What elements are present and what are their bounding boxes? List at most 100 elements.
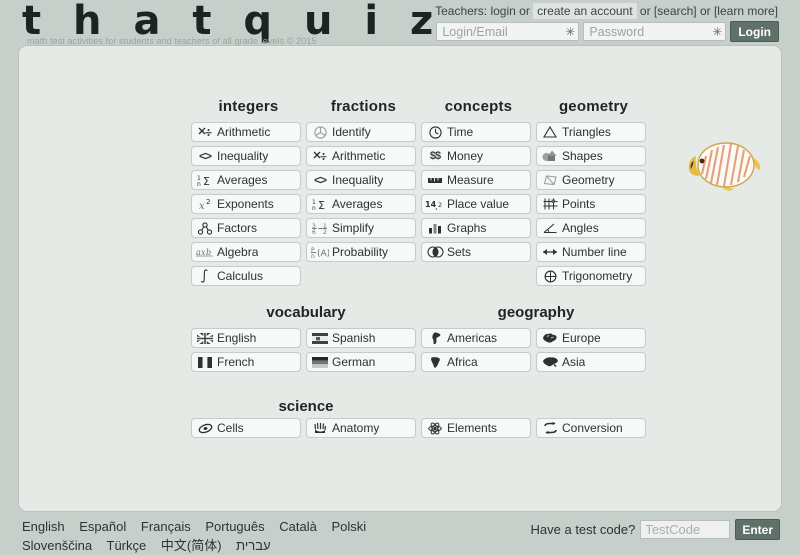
cell-americas: Americas: [421, 328, 536, 352]
arrows-icon: [540, 247, 560, 257]
teachers-login-text: Teachers: login or: [435, 4, 530, 18]
tile-science-anatomy[interactable]: Anatomy: [306, 418, 416, 438]
tile-concepts-money[interactable]: $$ Money: [421, 146, 531, 166]
language-link-hebrew[interactable]: עברית: [236, 538, 270, 553]
tile-label: Anatomy: [332, 421, 380, 435]
tile-geometry-geometry[interactable]: Geometry: [536, 170, 646, 190]
tile-label: Europe: [562, 331, 601, 345]
tile-label: Measure: [447, 173, 494, 187]
tile-label: Asia: [562, 355, 586, 369]
tile-integers-inequality[interactable]: <> Inequality: [191, 146, 301, 166]
tile-geography-africa[interactable]: Africa: [421, 352, 531, 372]
tile-integers-calculus[interactable]: Calculus: [191, 266, 301, 286]
language-link-chinese[interactable]: 中文(简体): [161, 538, 222, 553]
tile-fractions-arithmetic[interactable]: Arithmetic: [306, 146, 416, 166]
cell-spanish: Spanish: [306, 328, 421, 352]
tile-science-cells[interactable]: Cells: [191, 418, 301, 438]
tile-science-elements[interactable]: Elements: [421, 418, 531, 438]
tile-label: Place value: [447, 197, 510, 211]
tile-fractions-inequality[interactable]: <> Inequality: [306, 170, 416, 190]
tile-geometry-points[interactable]: Points: [536, 194, 646, 214]
tile-geometry-shapes[interactable]: Shapes: [536, 146, 646, 166]
language-link-polski[interactable]: Polski: [331, 519, 366, 534]
circle-cross-icon: [540, 270, 560, 283]
tile-geometry-trigonometry[interactable]: Trigonometry: [536, 266, 646, 286]
tile-geography-europe[interactable]: Europe: [536, 328, 646, 348]
svg-text:(A): (A): [317, 249, 329, 259]
venn-icon: [425, 246, 445, 258]
tile-integers-algebra[interactable]: axb Algebra: [191, 242, 301, 262]
tile-concepts-place-value[interactable]: 14, 2 Place value: [421, 194, 531, 214]
tile-integers-factors[interactable]: Factors: [191, 218, 301, 238]
language-link-francais[interactable]: Français: [141, 519, 191, 534]
factor-tree-icon: [195, 221, 215, 235]
tile-vocabulary-spanish[interactable]: Spanish: [306, 328, 416, 348]
science-grid: Cells Anatomy Elements Conversion: [191, 418, 651, 442]
algebra-icon: axb: [195, 246, 215, 258]
language-link-english[interactable]: English: [22, 519, 65, 534]
search-link[interactable]: [search]: [654, 4, 697, 18]
language-link-slovenscina[interactable]: Slovenščina: [22, 538, 92, 553]
cell-cells: Cells: [191, 418, 306, 442]
language-link-portugues[interactable]: Português: [205, 519, 264, 534]
tile-label: Probability: [332, 245, 389, 259]
tile-label: Points: [562, 197, 596, 211]
tile-geography-asia[interactable]: Asia: [536, 352, 646, 372]
tile-geometry-triangles[interactable]: Triangles: [536, 122, 646, 142]
tile-geography-americas[interactable]: Americas: [421, 328, 531, 348]
tile-label: Identify: [332, 125, 371, 139]
tile-label: Exponents: [217, 197, 274, 211]
password-wrapper: ✳: [583, 22, 727, 41]
tile-label: Time: [447, 125, 474, 139]
tile-label: Graphs: [447, 221, 487, 235]
column-fractions: Identify Arithmetic <> Inequality 1nΣ Av…: [306, 122, 421, 286]
france-flag-icon: [195, 356, 215, 368]
login-button[interactable]: Login: [730, 21, 779, 42]
tile-integers-exponents[interactable]: x2 Exponents: [191, 194, 301, 214]
tile-geometry-angles[interactable]: Angles: [536, 218, 646, 238]
sigma-icon: 1nΣ: [310, 198, 330, 211]
tile-concepts-graphs[interactable]: Graphs: [421, 218, 531, 238]
tile-concepts-measure[interactable]: Measure: [421, 170, 531, 190]
tile-label: Averages: [217, 173, 268, 187]
tile-concepts-time[interactable]: Time: [421, 122, 531, 142]
tile-label: Africa: [447, 355, 478, 369]
learn-more-link[interactable]: [learn more]: [714, 4, 778, 18]
create-account-link[interactable]: create an account: [533, 3, 637, 19]
tile-fractions-averages[interactable]: 1nΣ Averages: [306, 194, 416, 214]
tile-label: Shapes: [562, 149, 603, 163]
multiply-divide-icon: [310, 150, 330, 162]
tile-fractions-simplify[interactable]: 3612 Simplify: [306, 218, 416, 238]
page-header: t h a t q u i z math test activities for…: [0, 0, 800, 48]
tile-concepts-sets[interactable]: Sets: [421, 242, 531, 262]
test-code-input[interactable]: [640, 520, 731, 539]
tile-science-conversion[interactable]: Conversion: [536, 418, 646, 438]
column-heading-integers: integers: [218, 98, 279, 115]
login-email-input[interactable]: [436, 22, 580, 41]
tile-vocabulary-french[interactable]: French: [191, 352, 301, 372]
language-link-turkce[interactable]: Türkçe: [107, 538, 147, 553]
svg-text:x: x: [199, 201, 205, 211]
tile-geometry-number-line[interactable]: Number line: [536, 242, 646, 262]
tile-label: Triangles: [562, 125, 611, 139]
spain-flag-icon: [310, 332, 330, 344]
tile-label: Sets: [447, 245, 472, 259]
triangle-icon: [540, 126, 560, 138]
language-link-catala[interactable]: Català: [279, 519, 317, 534]
column-integers: Arithmetic <> Inequality 1nΣ Averages x2…: [191, 122, 306, 286]
tile-fractions-probability[interactable]: Pn (A) Probability: [306, 242, 416, 262]
tile-vocabulary-german[interactable]: German: [306, 352, 416, 372]
simplify-fraction-icon: 3612: [310, 222, 330, 235]
password-input[interactable]: [583, 22, 727, 41]
cell-french: French: [191, 352, 306, 376]
svg-text:Σ: Σ: [203, 175, 210, 187]
place-value-icon: 14, 2: [425, 198, 445, 210]
integral-icon: [195, 269, 215, 283]
tile-label: Spanish: [332, 331, 376, 345]
enter-button[interactable]: Enter: [735, 519, 780, 540]
tile-integers-arithmetic[interactable]: Arithmetic: [191, 122, 301, 142]
tile-fractions-identify[interactable]: Identify: [306, 122, 416, 142]
tile-vocabulary-english[interactable]: English: [191, 328, 301, 348]
language-link-espanol[interactable]: Español: [79, 519, 126, 534]
tile-integers-averages[interactable]: 1nΣ Averages: [191, 170, 301, 190]
